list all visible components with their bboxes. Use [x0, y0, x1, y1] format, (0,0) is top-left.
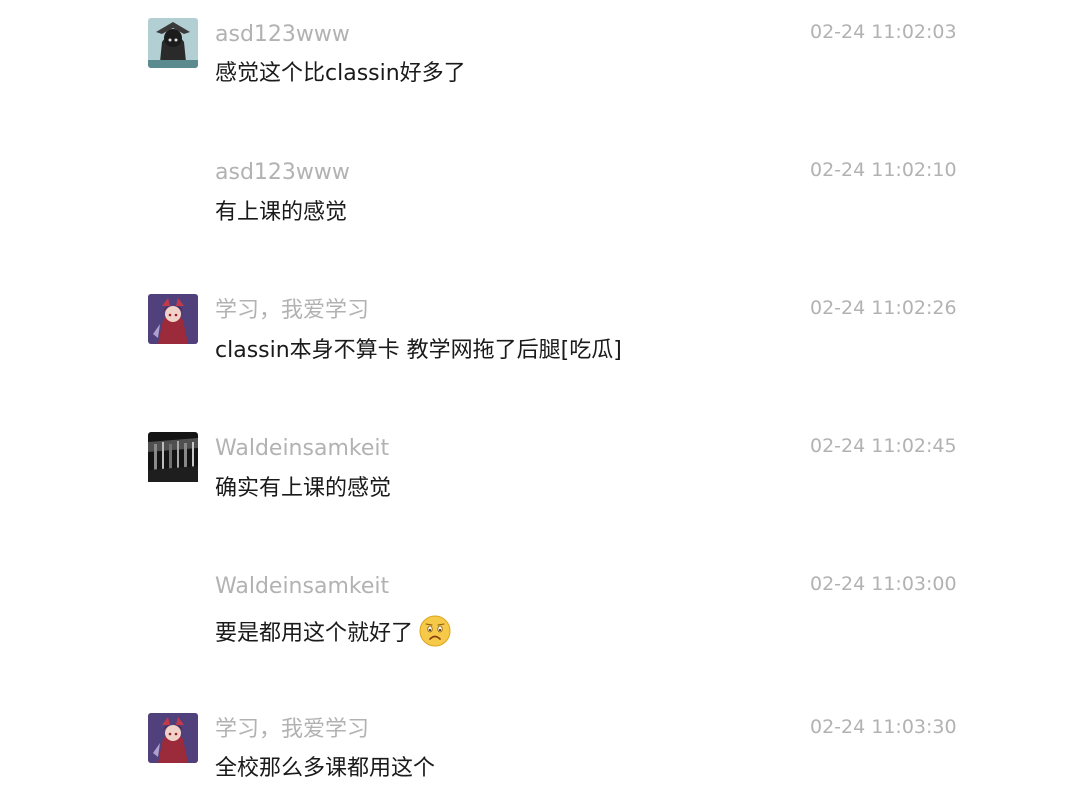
message-timestamp: 02-24 11:03:30: [810, 716, 957, 738]
user-avatar[interactable]: [148, 18, 198, 68]
message-text: 要是都用这个就好了: [215, 615, 451, 650]
sender-name: asd123www: [215, 160, 350, 185]
message-timestamp: 02-24 11:03:00: [810, 573, 957, 595]
dark-character-avatar-icon: [148, 18, 198, 68]
user-avatar[interactable]: [148, 432, 198, 484]
message-timestamp: 02-24 11:02:45: [810, 435, 957, 457]
purple-character-avatar-icon: [148, 294, 198, 344]
message-text: 全校那么多课都用这个: [215, 756, 436, 781]
sad-face-emoji-icon: [419, 615, 451, 647]
message-timestamp: 02-24 11:02:10: [810, 159, 957, 181]
user-avatar[interactable]: [148, 294, 198, 344]
sender-name: Waldeinsamkeit: [215, 436, 390, 461]
message-text-content: 要是都用这个就好了: [215, 621, 414, 646]
purple-character-avatar-icon: [148, 713, 198, 763]
dark-forest-avatar-icon: [148, 432, 198, 482]
sender-name: 学习，我爱学习: [215, 717, 370, 742]
sender-name: Waldeinsamkeit: [215, 574, 390, 599]
sender-name: 学习，我爱学习: [215, 298, 370, 323]
message-text: 感觉这个比classin好多了: [215, 61, 466, 86]
user-avatar[interactable]: [148, 713, 198, 763]
message-text: classin本身不算卡 教学网拖了后腿[吃瓜]: [215, 338, 622, 363]
message-text: 确实有上课的感觉: [215, 476, 392, 501]
sender-name: asd123www: [215, 22, 350, 47]
chat-page: { "messages": [ {"user": "asd123www", "t…: [0, 0, 1080, 797]
message-timestamp: 02-24 11:02:03: [810, 21, 957, 43]
message-text: 有上课的感觉: [215, 200, 348, 225]
message-timestamp: 02-24 11:02:26: [810, 297, 957, 319]
